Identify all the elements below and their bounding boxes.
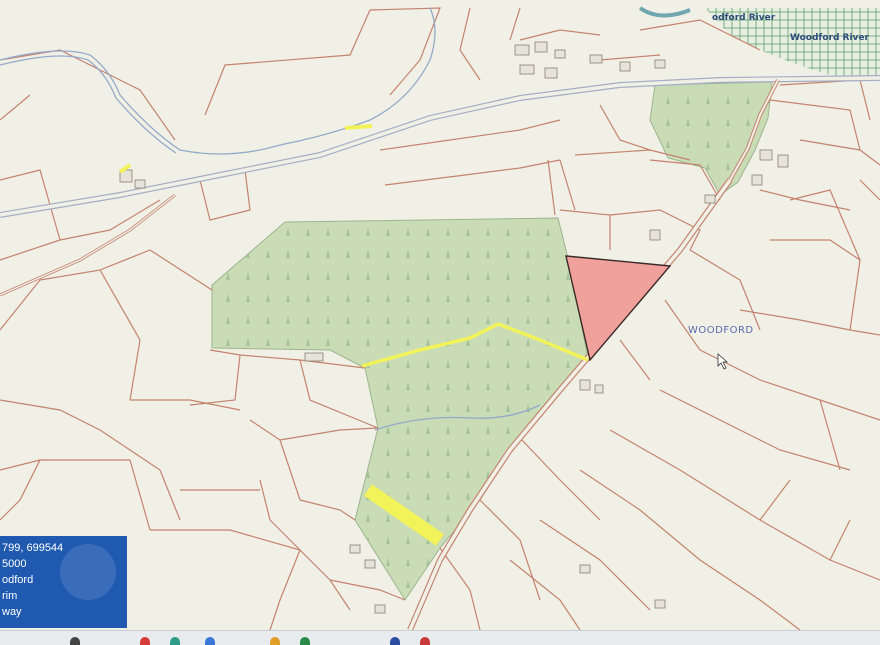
map-canvas[interactable]: WOODFORD odford River Woodford River [0, 0, 880, 645]
app-icon-1[interactable] [70, 637, 80, 645]
app-icon-5[interactable] [270, 637, 280, 645]
app-icon-3[interactable] [170, 637, 180, 645]
app-icon-2[interactable] [140, 637, 150, 645]
info-type: way [2, 606, 22, 618]
app-icon-6[interactable] [300, 637, 310, 645]
place-label-woodford: WOODFORD [688, 325, 754, 336]
brand-logo-icon [60, 544, 116, 600]
app-icon-4[interactable] [205, 637, 215, 645]
river-label-1: odford River [712, 13, 776, 23]
map-viewer[interactable]: WOODFORD odford River Woodford River 799… [0, 0, 880, 645]
app-icon-8[interactable] [420, 637, 430, 645]
taskbar [0, 630, 880, 645]
coordinate-info-panel: 799, 699544 5000 odford rim way [0, 536, 127, 628]
app-icon-7[interactable] [390, 637, 400, 645]
river-label-2: Woodford River [790, 33, 870, 43]
